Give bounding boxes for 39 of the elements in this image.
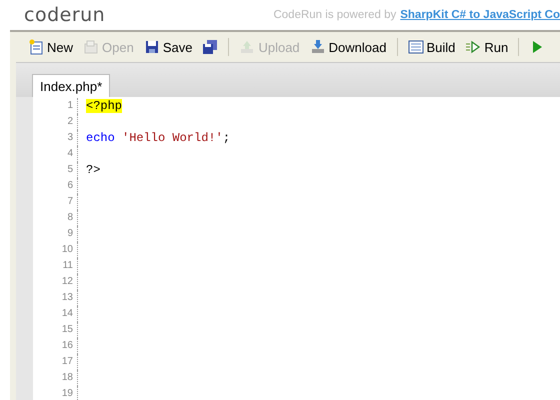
toolbar-button[interactable]: New: [24, 37, 78, 57]
line-number: 19: [33, 386, 78, 400]
tagline-text: CodeRun is powered by: [273, 9, 396, 21]
folder-icon: [83, 39, 100, 55]
line-number: 6: [33, 178, 78, 194]
line-number: 4: [33, 146, 78, 162]
new-document-icon: [28, 39, 44, 55]
line-number: 9: [33, 226, 78, 242]
toolbar-button[interactable]: Download: [306, 37, 390, 57]
code-text: ;: [222, 131, 230, 145]
line-number: 8: [33, 210, 78, 226]
line-number: 15: [33, 322, 78, 338]
line-number: 1: [33, 98, 78, 114]
line-number: 3: [33, 130, 78, 146]
line-number: 2: [33, 114, 78, 130]
code-keyword: echo: [86, 131, 115, 145]
run-icon: [465, 39, 482, 55]
code-text: ?>: [86, 163, 100, 177]
toolbar-button[interactable]: Save: [140, 37, 196, 57]
line-number: 18: [33, 370, 78, 386]
code-string: 'Hello World!': [122, 131, 223, 145]
line-number: 17: [33, 354, 78, 370]
floppy-disks-icon[interactable]: [202, 39, 218, 55]
line-number: 12: [33, 274, 78, 290]
download-icon: [310, 39, 326, 55]
line-number: 10: [33, 242, 78, 258]
line-number: 13: [33, 290, 78, 306]
line-number: 7: [33, 194, 78, 210]
file-tab[interactable]: Index.php*: [32, 74, 110, 97]
upload-icon: [239, 39, 256, 55]
line-number: 11: [33, 258, 78, 274]
line-number: 14: [33, 306, 78, 322]
toolbar-button[interactable]: Build: [404, 37, 460, 57]
grid-icon: [408, 39, 424, 55]
toolbar-button[interactable]: Run: [461, 37, 512, 57]
line-number: 5: [33, 162, 78, 178]
code-tag: <?php: [86, 99, 122, 113]
line-number: 16: [33, 338, 78, 354]
logo-text: coderun: [24, 4, 106, 26]
